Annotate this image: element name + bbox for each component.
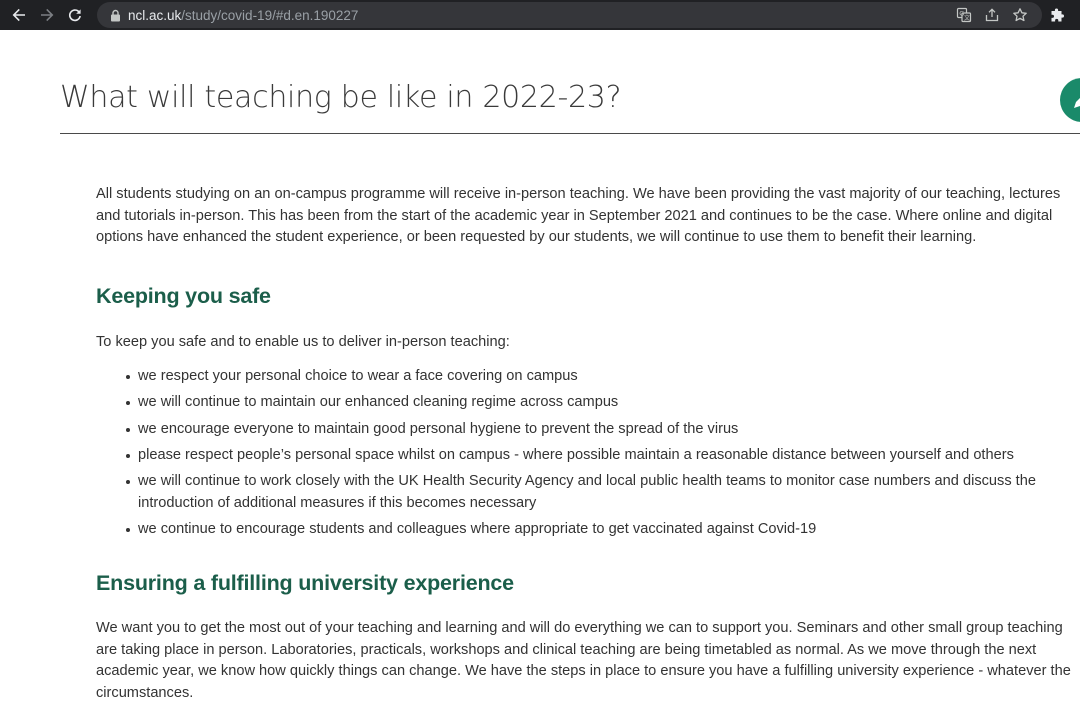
star-icon[interactable] — [1006, 2, 1034, 28]
section-body-paragraph: We want you to get the most out of your … — [96, 620, 1071, 701]
pencil-icon — [1074, 98, 1080, 108]
url-text: ncl.ac.uk/study/covid-19/#d.en.190227 — [128, 8, 358, 23]
forward-button[interactable] — [33, 1, 61, 29]
arrow-right-icon — [41, 8, 54, 22]
bullet-icon — [126, 527, 130, 532]
feedback-button[interactable] — [1060, 78, 1080, 122]
list-item-text: we will continue to maintain our enhance… — [138, 394, 619, 411]
list-item: we encourage everyone to maintain good p… — [124, 419, 1076, 441]
section-heading-fulfilling-experience: Ensuring a fulfilling university experie… — [96, 571, 514, 596]
web-page: What will teaching be like in 2022-23? A… — [0, 30, 1080, 719]
puzzle-icon — [1051, 8, 1064, 22]
svg-text:文: 文 — [964, 14, 970, 22]
reload-button[interactable] — [61, 1, 89, 29]
bullet-icon — [126, 375, 130, 379]
bullet-icon — [126, 401, 130, 406]
reload-icon — [68, 9, 81, 22]
list-item: we will continue to work closely with th… — [124, 471, 1076, 514]
section-heading-keeping-safe: Keeping you safe — [96, 283, 271, 308]
extensions-button[interactable] — [1044, 1, 1072, 29]
list-item-text: we encourage everyone to maintain good p… — [138, 420, 739, 437]
list-item: we respect your personal choice to wear … — [124, 366, 1076, 388]
safety-measures-list: we respect your personal choice to wear … — [96, 366, 1076, 540]
translate-icon[interactable]: G文 — [950, 2, 978, 28]
list-item: we continue to encourage students and co… — [124, 519, 1076, 541]
list-item-text: please respect people’s personal space w… — [138, 446, 1014, 463]
address-bar[interactable]: ncl.ac.uk/study/covid-19/#d.en.190227 G文 — [97, 2, 1042, 28]
bullet-icon — [126, 453, 130, 458]
lock-icon[interactable] — [108, 8, 122, 22]
bullet-icon — [126, 480, 130, 485]
url-host: ncl.ac.uk — [128, 7, 182, 23]
url-path: /study/covid-19/#d.en.190227 — [181, 7, 359, 23]
share-icon[interactable] — [978, 2, 1006, 28]
section-lead-text: To keep you safe and to enable us to del… — [96, 333, 510, 350]
title-divider — [60, 133, 1080, 134]
list-item: we will continue to maintain our enhance… — [124, 392, 1076, 414]
bullet-icon — [126, 427, 130, 432]
list-item-text: we continue to encourage students and co… — [138, 520, 817, 537]
intro-paragraph: All students studying on an on-campus pr… — [96, 186, 1061, 245]
arrow-left-icon — [12, 8, 25, 22]
main-content: All students studying on an on-campus pr… — [96, 184, 1076, 704]
back-button[interactable] — [5, 1, 33, 29]
page-title: What will teaching be like in 2022-23? — [60, 80, 622, 115]
list-item-text: we respect your personal choice to wear … — [138, 368, 578, 384]
list-item-text: we will continue to work closely with th… — [138, 473, 1036, 511]
browser-toolbar: ncl.ac.uk/study/covid-19/#d.en.190227 G文 — [0, 0, 1080, 30]
list-item: please respect people’s personal space w… — [124, 445, 1076, 467]
